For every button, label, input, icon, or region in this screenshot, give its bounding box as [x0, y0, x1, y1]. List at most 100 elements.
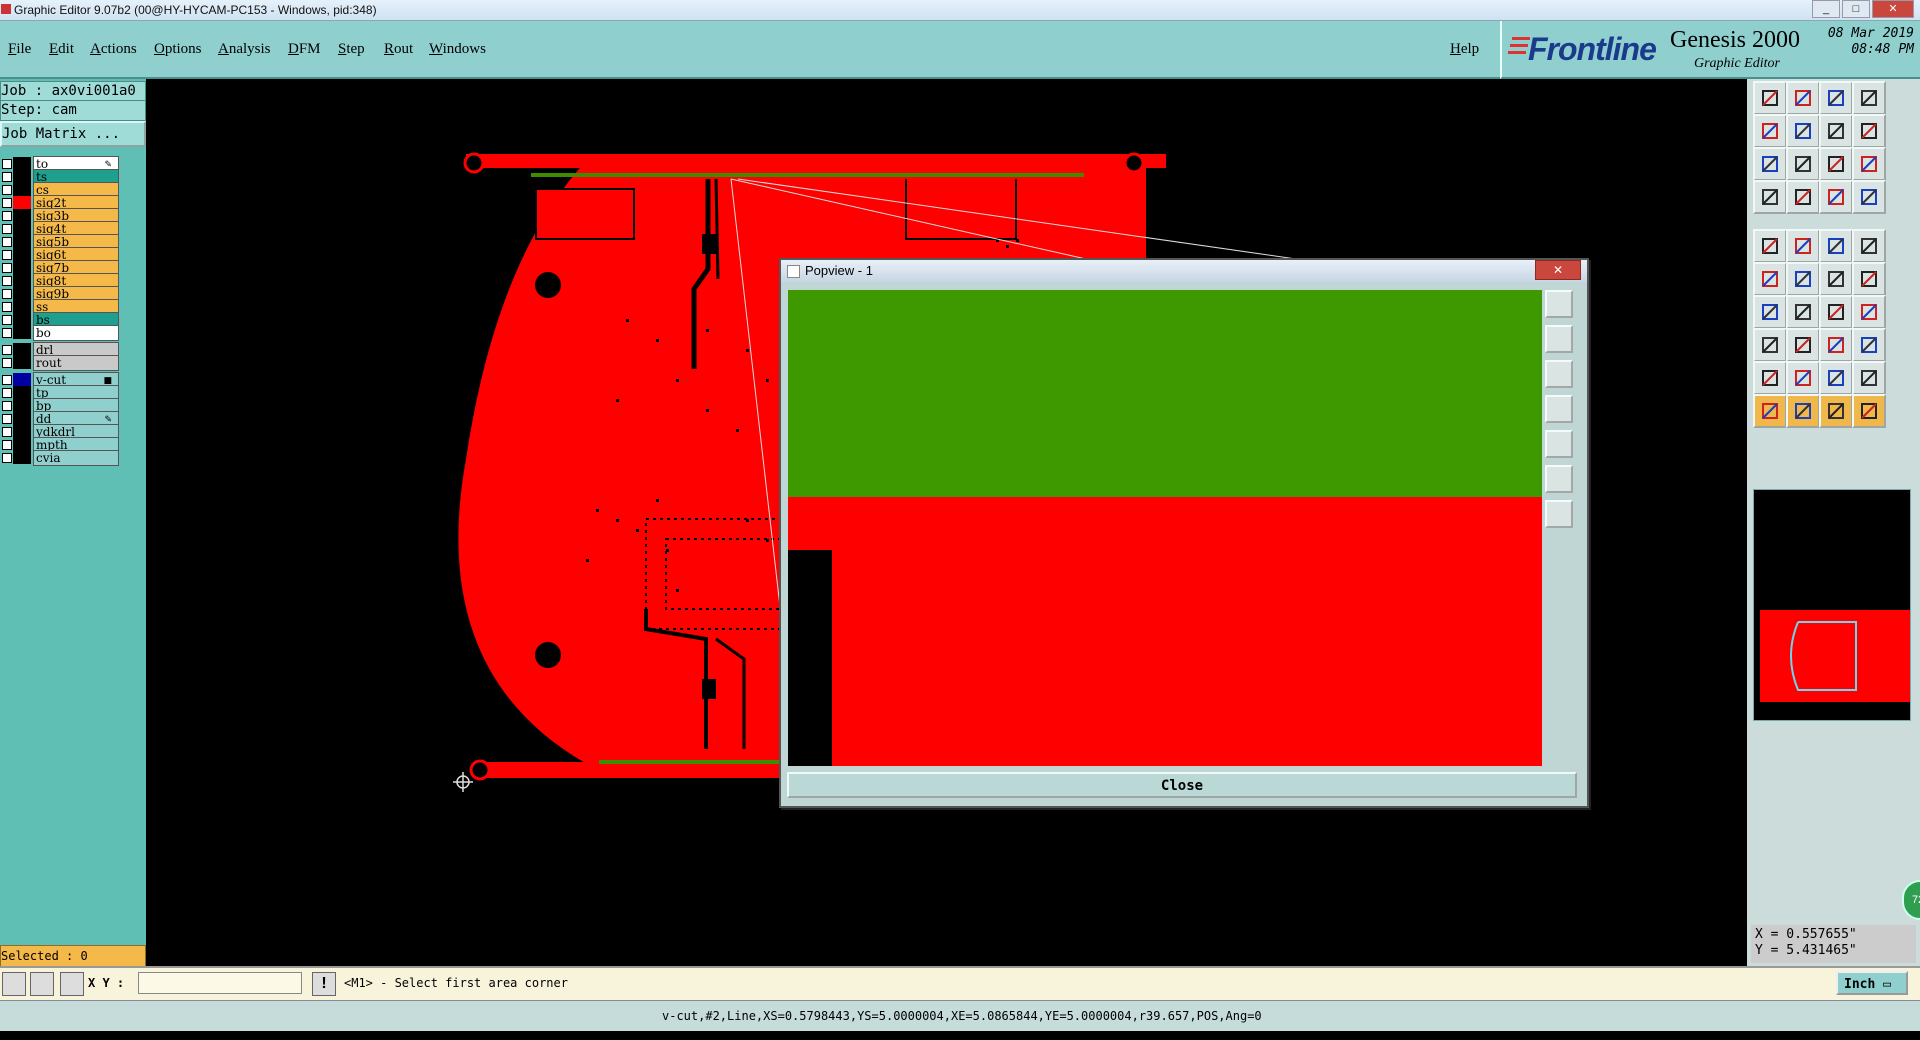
layer-color-swatch[interactable]: [13, 451, 31, 464]
hole-tool-icon[interactable]: [1852, 229, 1886, 263]
popview-fit-button[interactable]: [1545, 395, 1573, 423]
connect-icon[interactable]: [1753, 262, 1787, 296]
select-net-icon[interactable]: [1786, 180, 1820, 214]
triangle-2-icon[interactable]: [1786, 361, 1820, 395]
line-tool-icon[interactable]: [1819, 229, 1853, 263]
menu-actions[interactable]: Actions: [90, 41, 137, 58]
units-selector[interactable]: Inch ▭: [1836, 971, 1908, 995]
layer-checkbox[interactable]: [2, 328, 12, 338]
fit-selected-icon[interactable]: [1786, 147, 1820, 181]
layer-checkbox[interactable]: [2, 198, 12, 208]
layer-checkbox[interactable]: [2, 250, 12, 260]
pointer-3-icon[interactable]: [1819, 394, 1853, 428]
popview-zoom-in-button[interactable]: [1545, 290, 1573, 318]
layer-checkbox[interactable]: [2, 172, 12, 182]
fit-icon[interactable]: [1753, 147, 1787, 181]
menu-edit[interactable]: Edit: [49, 41, 74, 58]
layer-checkbox[interactable]: [2, 388, 12, 398]
menu-help[interactable]: Help: [1450, 41, 1479, 58]
menu-rout[interactable]: Rout: [384, 41, 413, 58]
triangle-1-icon[interactable]: [1753, 361, 1787, 395]
popview-close-button[interactable]: Close: [787, 772, 1577, 798]
menu-analysis[interactable]: Analysis: [218, 41, 271, 58]
snap-icon[interactable]: [1852, 147, 1886, 181]
layer-checkbox[interactable]: [2, 401, 12, 411]
layer-color-swatch[interactable]: [13, 326, 31, 339]
move-icon[interactable]: [1852, 328, 1886, 362]
overview-window[interactable]: [1753, 489, 1911, 721]
pointer-4-icon[interactable]: [1852, 394, 1886, 428]
edit-layer-icon[interactable]: [1819, 180, 1853, 214]
layer-checkbox[interactable]: [2, 453, 12, 463]
angle-icon[interactable]: [1753, 295, 1787, 329]
menu-step[interactable]: Step: [338, 41, 365, 58]
popview-close-icon[interactable]: ✕: [1535, 260, 1581, 280]
xy-input[interactable]: [138, 972, 302, 994]
move-point-icon[interactable]: [1819, 262, 1853, 296]
pad-tool-icon[interactable]: [1753, 229, 1787, 263]
popview-home-button[interactable]: [1545, 430, 1573, 458]
popview-pan-button[interactable]: [1545, 360, 1573, 388]
mirror-icon[interactable]: [1852, 295, 1886, 329]
clear-icon[interactable]: [1786, 328, 1820, 362]
measure-icon[interactable]: [1753, 180, 1787, 214]
measure-tool-icon[interactable]: [30, 972, 54, 996]
popview-snap-button[interactable]: [1545, 465, 1573, 493]
triangle-4-icon[interactable]: [1852, 361, 1886, 395]
scale-1-2-icon[interactable]: [1819, 147, 1853, 181]
popview-viewport[interactable]: [788, 290, 1542, 766]
select-tool-icon[interactable]: [2, 972, 26, 996]
layer-checkbox[interactable]: [2, 159, 12, 169]
home-icon[interactable]: [1819, 81, 1853, 115]
layer-row-cvia[interactable]: cvia: [0, 450, 119, 466]
triangle-3-icon[interactable]: [1819, 361, 1853, 395]
minimize-icon[interactable]: _: [1812, 0, 1840, 18]
layer-checkbox[interactable]: [2, 375, 12, 385]
layer-checkbox[interactable]: [2, 358, 12, 368]
layer-checkbox[interactable]: [2, 263, 12, 273]
job-matrix-button[interactable]: Job Matrix ...: [0, 121, 146, 147]
layers-icon[interactable]: [1852, 180, 1886, 214]
layer-checkbox[interactable]: [2, 302, 12, 312]
pan-left-icon[interactable]: [1819, 114, 1853, 148]
layer-row-rout[interactable]: rout: [0, 355, 119, 371]
layer-checkbox[interactable]: [2, 345, 12, 355]
delete-point-icon[interactable]: [1786, 262, 1820, 296]
menu-windows[interactable]: Windows: [429, 41, 486, 58]
zoom-in-icon[interactable]: [1753, 114, 1787, 148]
layer-color-swatch[interactable]: [13, 356, 31, 369]
layer-checkbox[interactable]: [2, 224, 12, 234]
pointer-2-icon[interactable]: [1786, 394, 1820, 428]
menu-file[interactable]: File: [8, 41, 31, 58]
layer-checkbox[interactable]: [2, 440, 12, 450]
menu-dfm[interactable]: DFM: [288, 41, 321, 58]
copy-icon[interactable]: [1819, 328, 1853, 362]
layer-checkbox[interactable]: [2, 185, 12, 195]
split-icon[interactable]: [1852, 81, 1886, 115]
arc-point-icon[interactable]: [1852, 262, 1886, 296]
grid-tool-icon[interactable]: [60, 972, 84, 996]
layer-row-bo[interactable]: bo: [0, 325, 119, 341]
maximize-icon[interactable]: □: [1842, 0, 1870, 18]
layer-checkbox[interactable]: [2, 211, 12, 221]
layer-checkbox[interactable]: [2, 289, 12, 299]
alert-icon[interactable]: !: [312, 972, 336, 996]
layer-checkbox[interactable]: [2, 237, 12, 247]
zoom-out-icon[interactable]: [1786, 114, 1820, 148]
layer-checkbox[interactable]: [2, 276, 12, 286]
layer-checkbox[interactable]: [2, 414, 12, 424]
popview-center-button[interactable]: [1545, 500, 1573, 528]
zoom-window-icon[interactable]: [1786, 81, 1820, 115]
redraw-icon[interactable]: [1852, 114, 1886, 148]
close-window-icon[interactable]: ✕: [1872, 0, 1914, 18]
layer-checkbox[interactable]: [2, 427, 12, 437]
layer-checkbox[interactable]: [2, 315, 12, 325]
vcut-tool-icon[interactable]: [1786, 229, 1820, 263]
show-all-icon[interactable]: [1753, 81, 1787, 115]
pointer-icon[interactable]: [1753, 394, 1787, 428]
add-pad-icon[interactable]: [1753, 328, 1787, 362]
popview-zoom-out-button[interactable]: [1545, 325, 1573, 353]
line-2-icon[interactable]: [1786, 295, 1820, 329]
menu-options[interactable]: Options: [154, 41, 202, 58]
rotate-icon[interactable]: [1819, 295, 1853, 329]
